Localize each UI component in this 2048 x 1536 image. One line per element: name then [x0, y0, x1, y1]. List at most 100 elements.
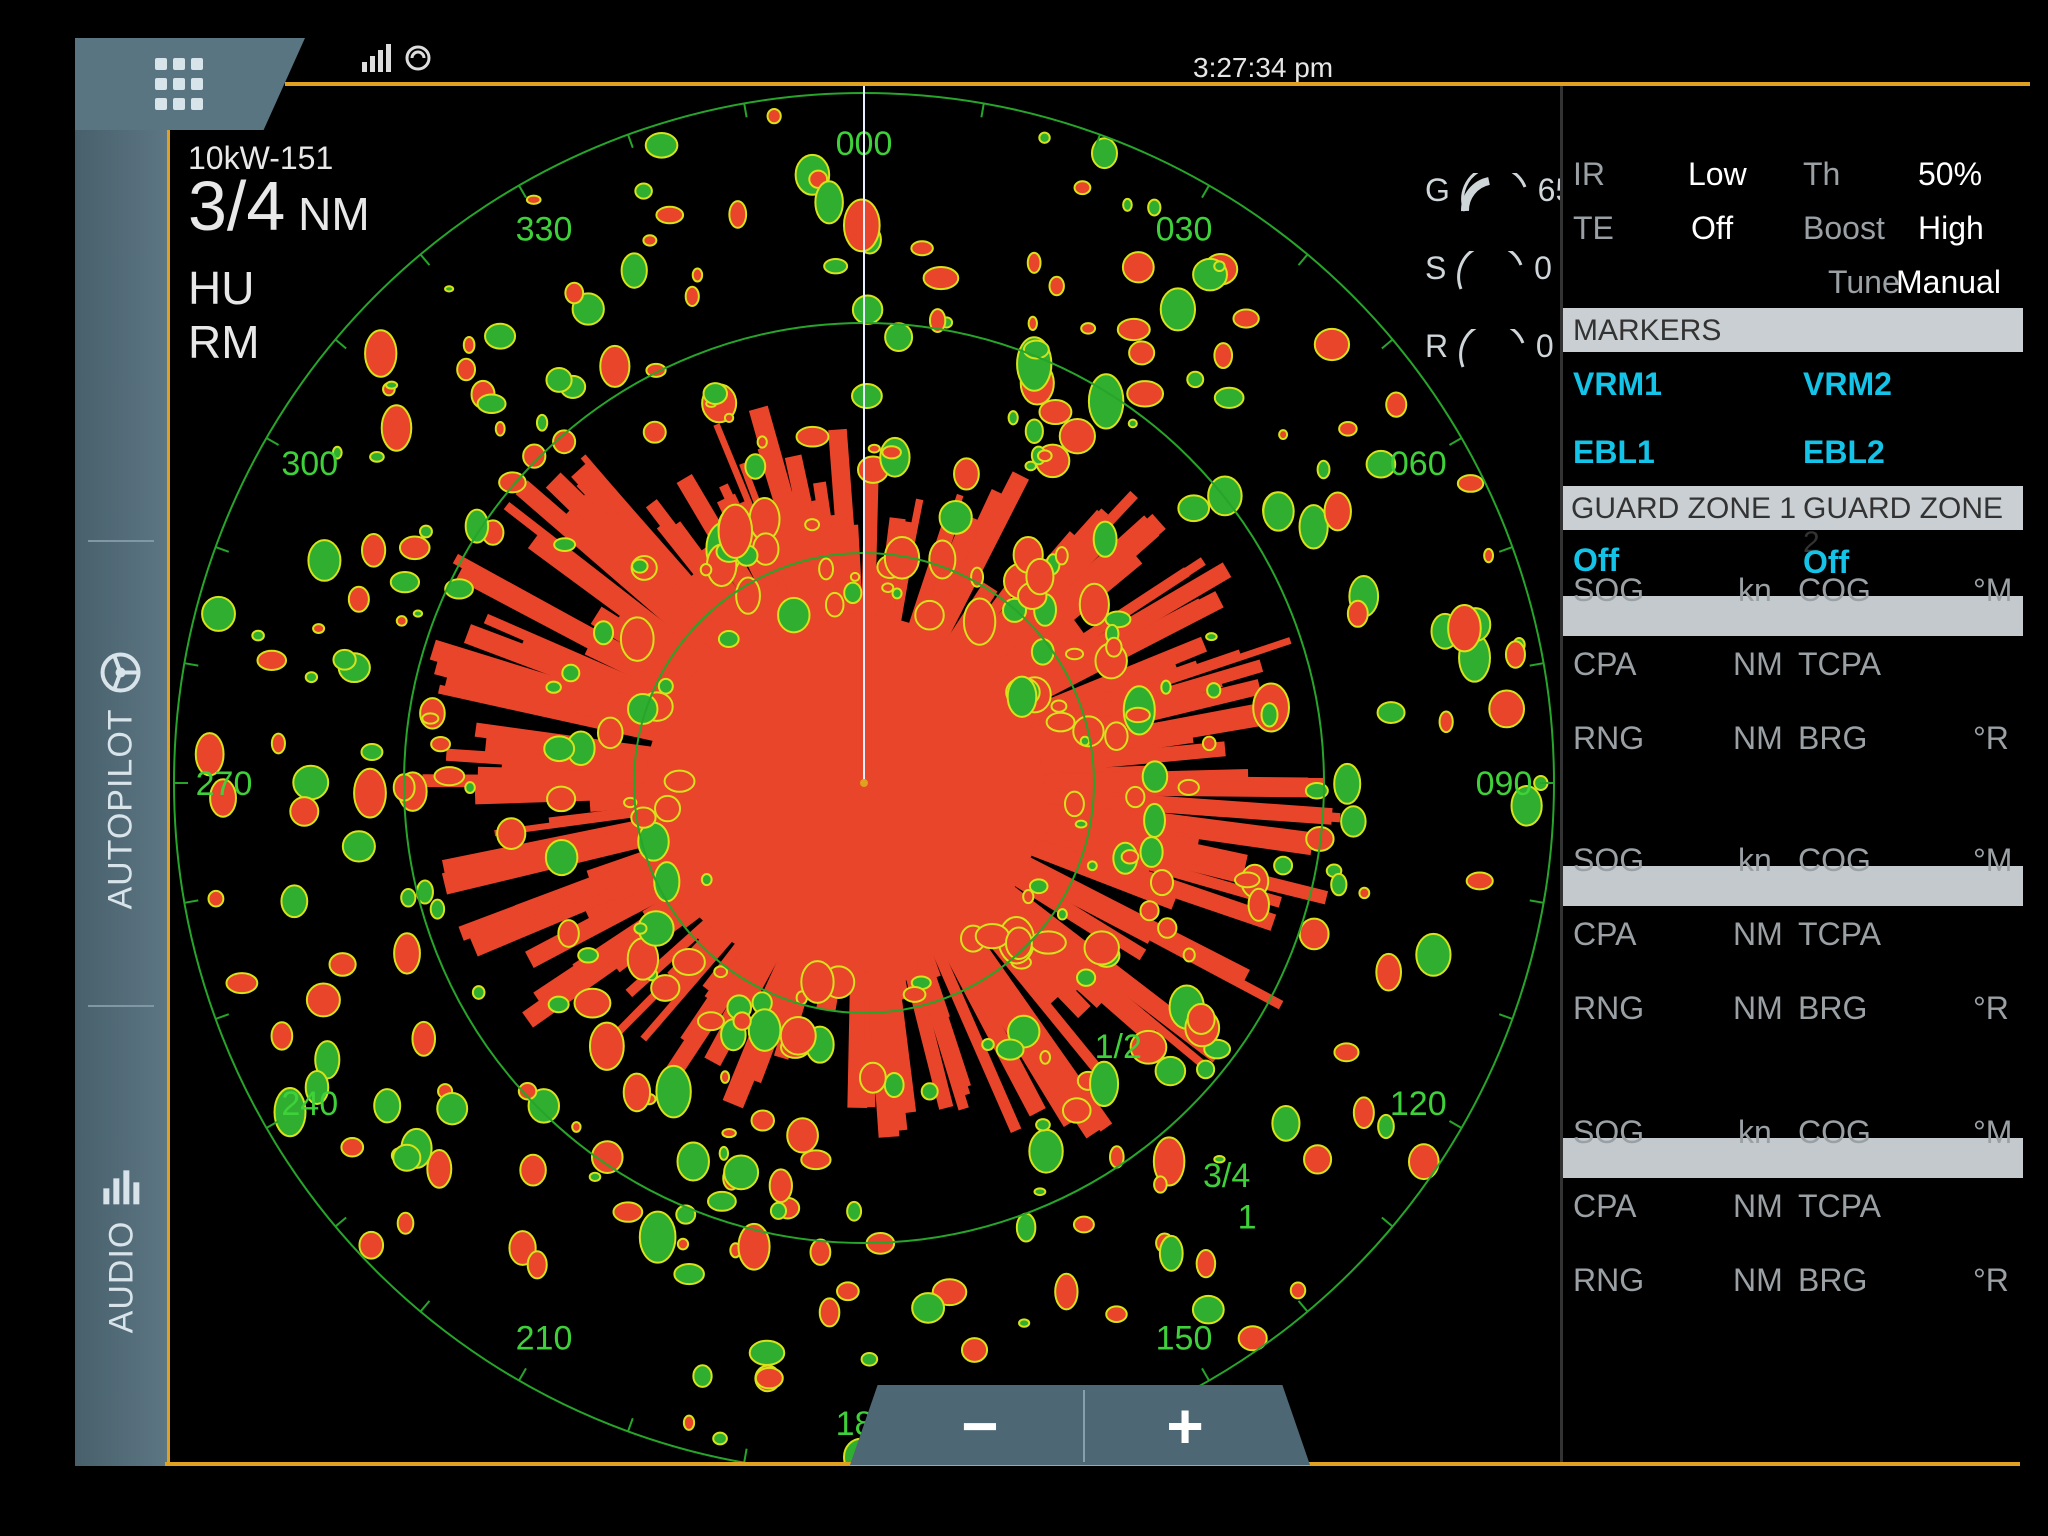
- bearing-tick: [1201, 184, 1210, 199]
- radar-echo: [1104, 721, 1129, 751]
- radar-echo: [673, 1262, 705, 1286]
- bearing-tick: [419, 253, 431, 266]
- radar-echo: [867, 443, 881, 454]
- radar-echo: [638, 1210, 677, 1264]
- radar-echo: [1333, 1042, 1360, 1063]
- radar-echo: [373, 1088, 402, 1124]
- sea-gauge[interactable]: S 0: [1425, 242, 1552, 291]
- radar-echo: [766, 107, 782, 125]
- bearing-tick: [334, 338, 347, 350]
- radar-echo: [938, 499, 973, 535]
- te-value[interactable]: Off: [1691, 210, 1733, 247]
- range-ring-label: 1: [1238, 1198, 1257, 1236]
- radar-echo: [1271, 1105, 1301, 1142]
- autopilot-button[interactable]: AUTOPILOT: [78, 640, 164, 920]
- radar-echo: [1127, 418, 1138, 429]
- radar-echo: [1018, 1318, 1031, 1328]
- radar-echo: [654, 794, 682, 823]
- radar-echo: [1201, 735, 1217, 752]
- radar-echo: [1352, 1096, 1375, 1130]
- radar-echo: [1030, 638, 1055, 666]
- range-readout[interactable]: 3/4 NM: [188, 171, 370, 241]
- target-cog-label: COG: [1798, 572, 1871, 608]
- bearing-tick: [1529, 899, 1544, 904]
- radar-echo: [544, 838, 579, 877]
- radar-echo: [588, 1021, 625, 1071]
- radar-echo: [843, 581, 863, 605]
- te-label: TE: [1573, 210, 1614, 246]
- radar-echo: [462, 336, 476, 354]
- radar-echo: [543, 735, 576, 763]
- radar-echo: [682, 1414, 696, 1431]
- boost-value[interactable]: High: [1918, 210, 1984, 247]
- radar-echo: [836, 1281, 860, 1302]
- radar-echo: [663, 769, 696, 793]
- target-brg-label: BRG: [1798, 990, 1868, 1026]
- zoom-in-button[interactable]: +: [1085, 1388, 1285, 1464]
- bearing-tick: [1529, 662, 1544, 667]
- bearing-tick: [215, 546, 230, 553]
- radar-echo: [720, 1070, 731, 1084]
- radar-echo: [1073, 180, 1092, 196]
- radar-echo: [1262, 491, 1295, 532]
- zoom-out-button[interactable]: −: [880, 1388, 1080, 1464]
- gain-gauge[interactable]: G 65: [1425, 164, 1573, 213]
- radar-echo: [1126, 380, 1165, 408]
- bearing-label: 150: [1156, 1319, 1213, 1357]
- target-nm1-label: NM: [1733, 646, 1783, 682]
- target-tcpa-label: TCPA: [1798, 646, 1881, 682]
- ebl2-button[interactable]: EBL2: [1803, 434, 1885, 471]
- orientation-mode[interactable]: HU: [188, 262, 254, 314]
- radar-echo: [433, 766, 466, 787]
- radar-echo: [1087, 373, 1125, 430]
- radar-echo: [1182, 947, 1196, 963]
- radar-echo: [768, 1168, 793, 1204]
- ebl1-button[interactable]: EBL1: [1573, 434, 1655, 471]
- radar-echo: [519, 1153, 547, 1187]
- radar-echo: [1149, 868, 1175, 897]
- radar-echo: [883, 1072, 905, 1099]
- radar-echo: [914, 599, 945, 631]
- motion-mode[interactable]: RM: [188, 316, 260, 368]
- radar-scope[interactable]: 0000300600901201501802102402703003301/23…: [167, 86, 1562, 1462]
- ir-value[interactable]: Low: [1688, 156, 1747, 193]
- radar-echo: [1160, 679, 1172, 695]
- radar-echo: [1177, 494, 1211, 523]
- vrm1-button[interactable]: VRM1: [1573, 366, 1662, 403]
- radar-echo: [631, 558, 649, 574]
- th-value[interactable]: 50%: [1918, 156, 1982, 193]
- radar-echo: [577, 947, 600, 964]
- radar-echo: [1303, 1144, 1333, 1175]
- radar-echo: [657, 677, 674, 695]
- radar-echo: [723, 1154, 760, 1191]
- target-r-label: °R: [1973, 1262, 2009, 1298]
- radar-echo: [619, 616, 655, 662]
- radar-echo: [546, 785, 577, 813]
- radar-echo: [858, 1061, 887, 1094]
- radar-echo: [1048, 275, 1065, 297]
- rain-gauge[interactable]: R 0: [1425, 320, 1554, 369]
- sea-label: S: [1425, 250, 1447, 286]
- audio-button[interactable]: AUDIO: [78, 1140, 164, 1360]
- radar-echo: [1158, 1234, 1184, 1272]
- target-cpa-label: CPA: [1573, 1188, 1637, 1224]
- radar-echo: [851, 383, 883, 409]
- clock: 3:27:34 pm: [1193, 52, 1334, 83]
- radar-echo: [712, 1431, 728, 1446]
- bearing-label: 120: [1390, 1085, 1447, 1123]
- radar-echo: [1089, 1060, 1120, 1108]
- radar-echo: [744, 453, 767, 480]
- radar-echo: [1196, 1059, 1216, 1080]
- tune-value[interactable]: Manual: [1896, 264, 2001, 301]
- radar-ppi[interactable]: 000 030 060 090 120 150 180 210 240 270 300 330 1/2 3…: [167, 86, 1562, 1462]
- vrm2-button[interactable]: VRM2: [1803, 366, 1892, 403]
- radar-echo: [676, 1237, 690, 1251]
- radar-echo: [471, 985, 486, 1000]
- radar-echo: [1054, 1272, 1079, 1311]
- radar-echo: [881, 445, 902, 460]
- radar-echo: [312, 623, 326, 634]
- target-m-label: °M: [1973, 572, 2013, 608]
- radar-echo: [622, 1072, 652, 1113]
- radar-echo: [1375, 952, 1403, 992]
- radar-echo: [1054, 546, 1069, 566]
